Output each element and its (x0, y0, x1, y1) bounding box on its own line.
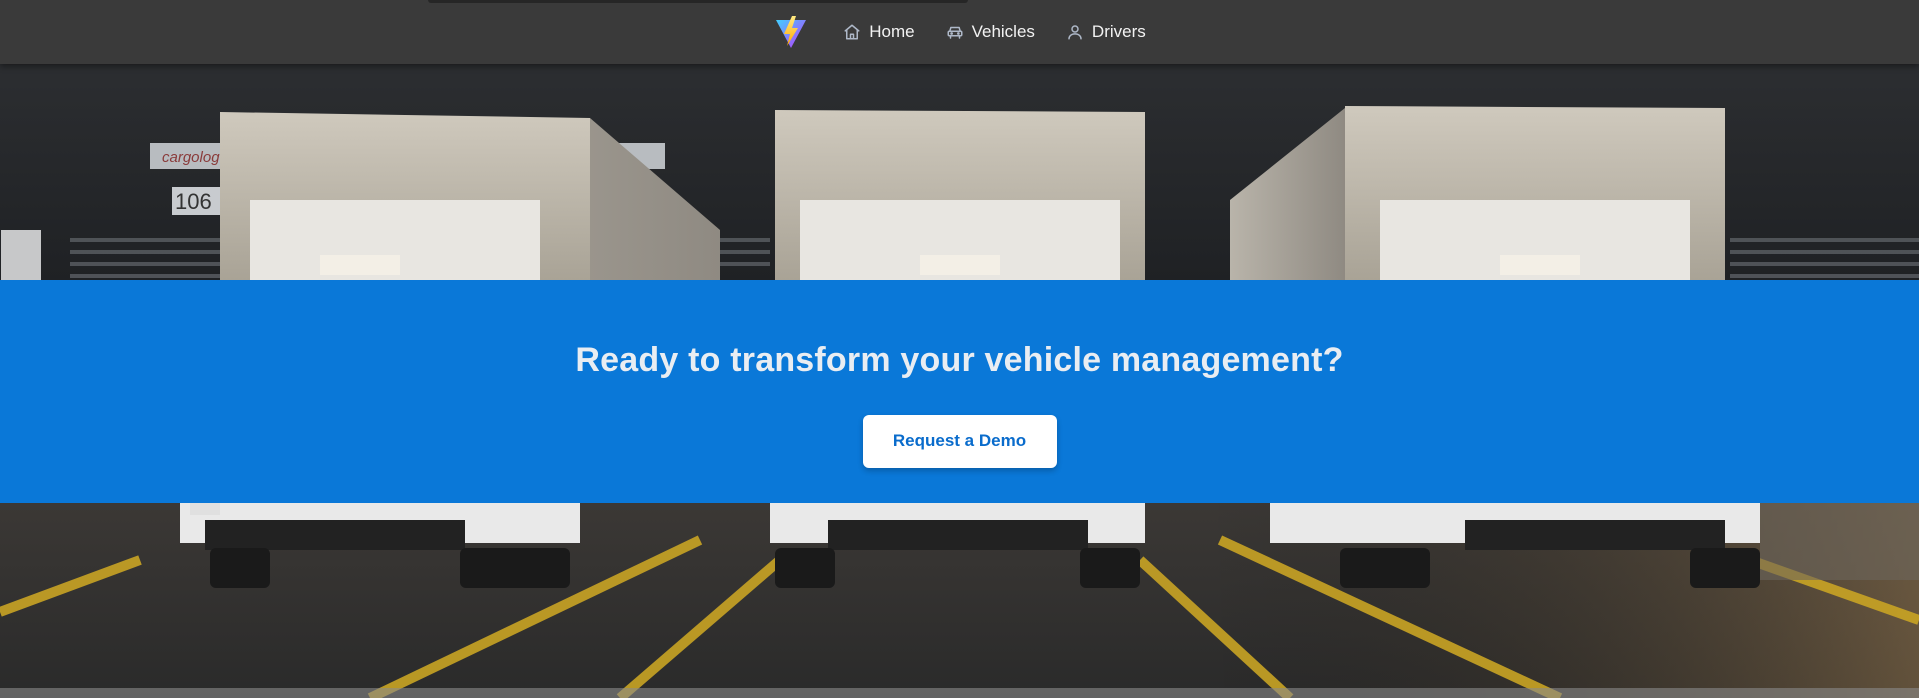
nav-item-label: Drivers (1091, 22, 1146, 41)
landing-page: cargolog 106 Home Vehicles Drivers Ready… (0, 0, 1919, 698)
nav-item-label: Home (869, 22, 915, 41)
navbar-inner: Home Vehicles Drivers (773, 14, 1146, 50)
nav-item-vehicles[interactable]: Vehicles (946, 22, 1035, 42)
nav-item-drivers[interactable]: Drivers (1066, 22, 1146, 42)
request-demo-button[interactable]: Request a Demo (862, 414, 1057, 468)
user-icon (1066, 23, 1084, 41)
home-icon (843, 23, 861, 41)
nav-item-label: Vehicles (971, 22, 1035, 41)
car-icon (946, 23, 964, 41)
nav-item-home[interactable]: Home (843, 22, 915, 42)
cta-section: Ready to transform your vehicle manageme… (0, 280, 1919, 503)
vite-logo-icon[interactable] (773, 14, 809, 50)
navbar-notch (428, 0, 968, 3)
svg-text:cargolog: cargolog (162, 149, 220, 166)
svg-text:106: 106 (175, 189, 212, 214)
top-navbar: Home Vehicles Drivers (0, 0, 1919, 64)
cta-title: Ready to transform your vehicle manageme… (575, 341, 1344, 379)
